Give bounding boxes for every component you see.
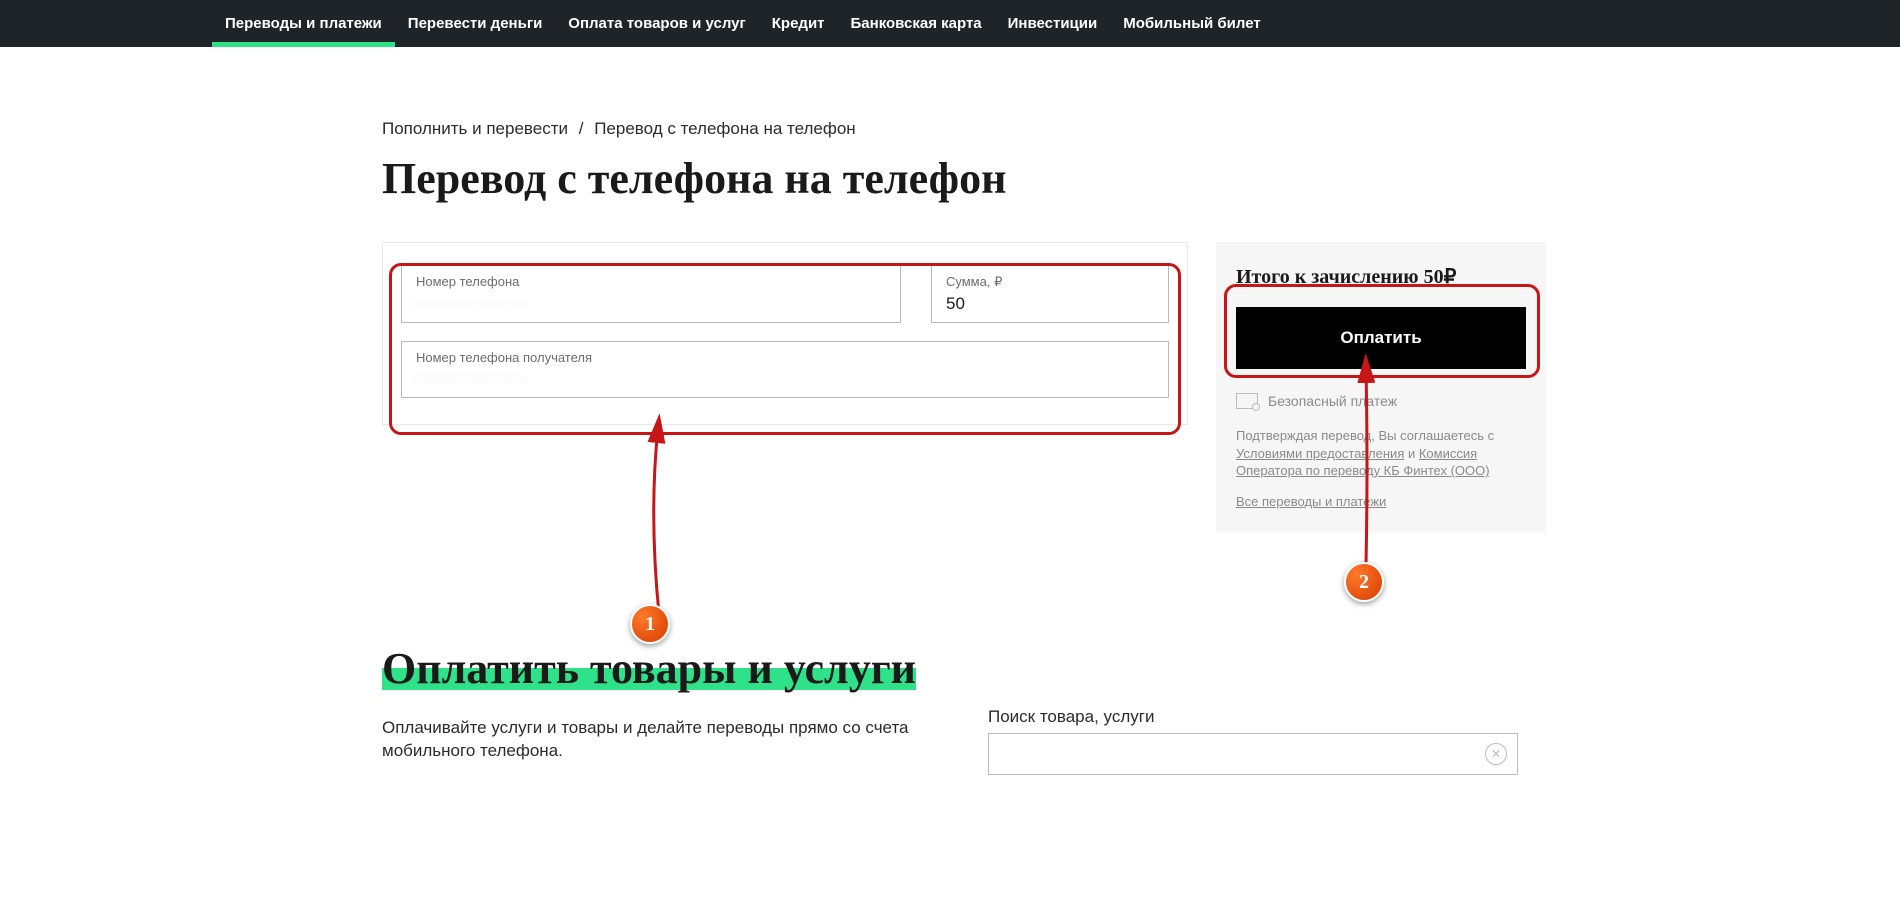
recipient-phone-value: · · · · · · · · · · · [416,369,1154,389]
section-title: Оплатить товары и услуги [382,643,916,694]
search-label: Поиск товара, услуги [988,707,1518,727]
annotation-arrow-1 [644,424,674,619]
breadcrumb-separator: / [579,119,584,138]
total-line: Итого к зачислению 50₽ [1236,264,1526,289]
recipient-phone-label: Номер телефона получателя [416,350,1154,365]
amount-label: Сумма, ₽ [946,274,1154,290]
breadcrumb-parent[interactable]: Пополнить и перевести [382,119,568,138]
secure-payment-label: Безопасный платеж [1268,393,1397,409]
nav-mobile-ticket[interactable]: Мобильный билет [1110,0,1273,47]
nav-pay-goods[interactable]: Оплата товаров и услуг [555,0,758,47]
clear-icon[interactable]: ✕ [1485,743,1507,765]
nav-credit[interactable]: Кредит [759,0,838,47]
amount-field[interactable]: Сумма, ₽ 50 [931,265,1169,323]
sender-phone-label: Номер телефона [416,274,886,289]
pay-goods-section: Оплатить товары и услуги Оплачивайте усл… [382,643,1518,764]
pay-button[interactable]: Оплатить [1236,307,1526,369]
transfer-form-panel: Номер телефона · · · · · · · · · · · Сум… [382,242,1188,425]
sender-phone-field[interactable]: Номер телефона · · · · · · · · · · · [401,265,901,323]
top-nav: Переводы и платежи Перевести деньги Опла… [0,0,1900,47]
recipient-phone-field[interactable]: Номер телефона получателя · · · · · · · … [401,341,1169,398]
annotation-marker-1: 1 [630,604,670,644]
breadcrumb: Пополнить и перевести / Перевод с телефо… [382,119,1518,139]
secure-payment-row: Безопасный платеж [1236,393,1526,409]
breadcrumb-current: Перевод с телефона на телефон [594,119,856,138]
nav-transfers-payments[interactable]: Переводы и платежи [212,0,395,47]
page-title: Перевод с телефона на телефон [382,153,1518,204]
amount-value: 50 [946,294,1154,314]
summary-panel: Итого к зачислению 50₽ Оплатить Безопасн… [1216,242,1546,533]
search-block: Поиск товара, услуги ✕ [988,707,1518,775]
section-description: Оплачивайте услуги и товары и делайте пе… [382,716,942,764]
sender-phone-value: · · · · · · · · · · · [416,293,886,313]
annotation-arrow-2 [1356,364,1376,569]
disclaimer-text: Подтверждая перевод, Вы соглашаетесь с У… [1236,427,1526,480]
nav-transfer-money[interactable]: Перевести деньги [395,0,556,47]
terms-link[interactable]: Условиями предоставления [1236,446,1404,461]
annotation-marker-2: 2 [1344,562,1384,602]
search-input[interactable]: ✕ [988,733,1518,775]
nav-investments[interactable]: Инвестиции [995,0,1111,47]
secure-card-icon [1236,393,1258,409]
nav-bank-card[interactable]: Банковская карта [838,0,995,47]
